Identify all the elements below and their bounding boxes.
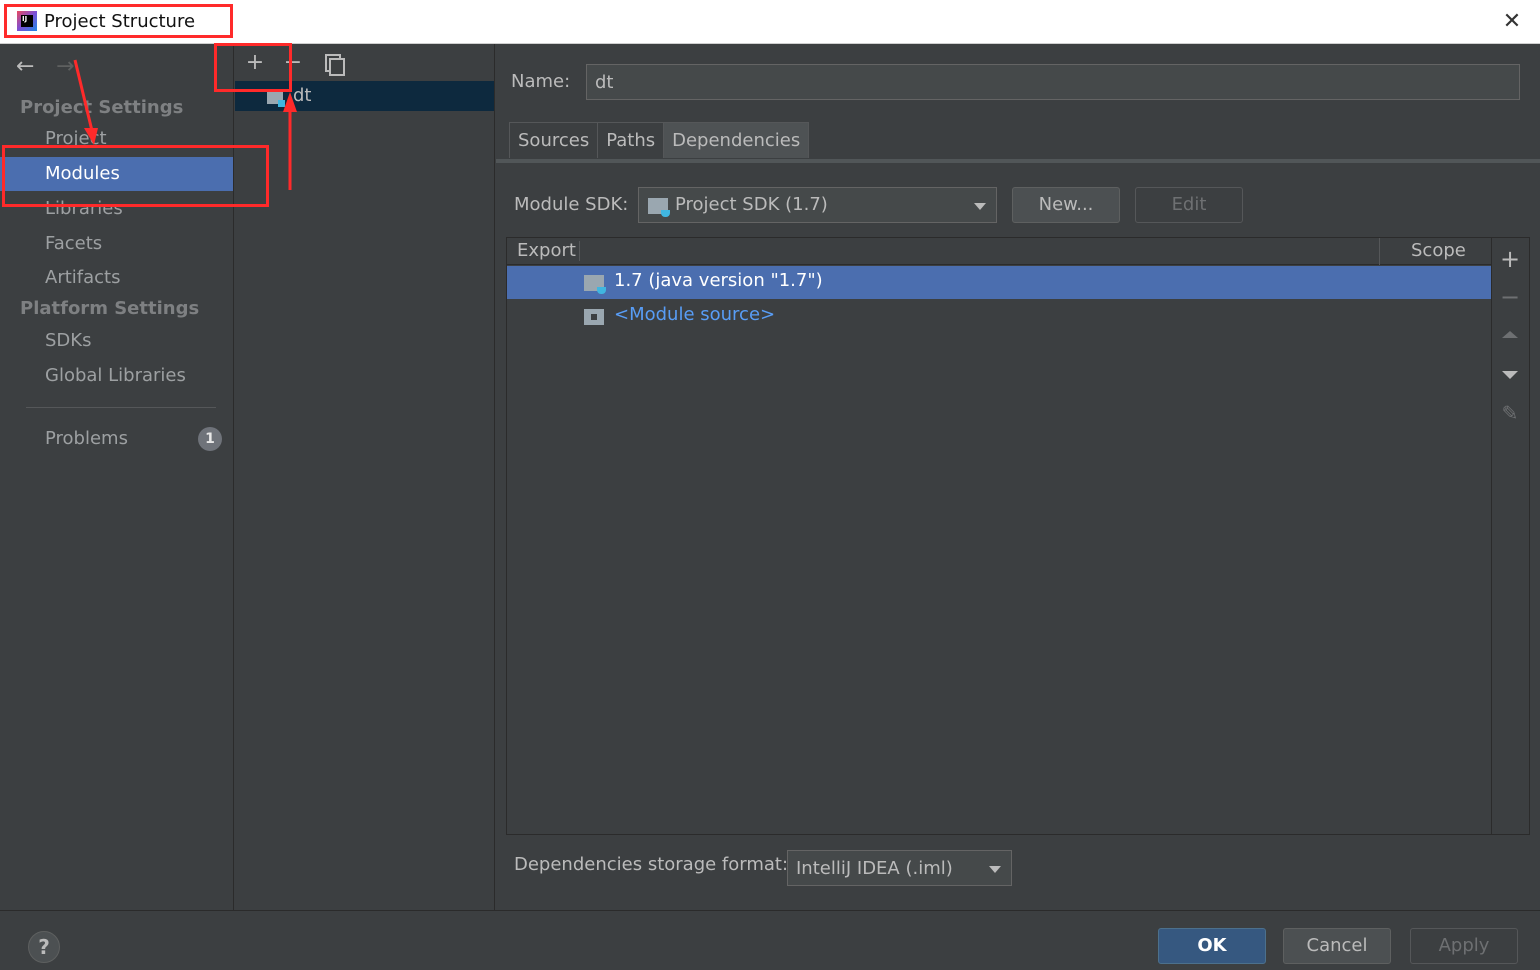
module-folder-icon xyxy=(267,91,285,107)
add-dependency-icon[interactable]: + xyxy=(1498,247,1522,271)
module-sdk-dropdown[interactable]: Project SDK (1.7) xyxy=(638,187,997,223)
column-export[interactable]: Export xyxy=(517,240,576,261)
forward-arrow-icon[interactable]: → xyxy=(56,54,74,79)
dependency-label: 1.7 (java version "1.7") xyxy=(614,270,823,291)
table-row[interactable]: 1.7 (java version "1.7") xyxy=(507,266,1491,299)
sidebar-item-global-libraries[interactable]: Global Libraries xyxy=(0,359,233,393)
sidebar-item-sdks[interactable]: SDKs xyxy=(0,324,233,358)
sidebar-item-project[interactable]: Project xyxy=(0,122,233,156)
dialog-footer: ? OK Cancel Apply xyxy=(0,910,1540,970)
title-bar: IJ Project Structure ✕ xyxy=(0,0,1540,44)
dependencies-table: Export Scope 1.7 (java version "1.7") <M… xyxy=(506,237,1492,835)
storage-format-value: IntelliJ IDEA (.iml) xyxy=(796,858,953,879)
apply-button[interactable]: Apply xyxy=(1410,928,1518,964)
module-name-input[interactable] xyxy=(586,64,1520,100)
table-header: Export Scope xyxy=(507,238,1491,265)
storage-format-dropdown[interactable]: IntelliJ IDEA (.iml) xyxy=(787,850,1012,886)
problems-count-badge: 1 xyxy=(198,427,222,451)
edit-sdk-button[interactable]: Edit xyxy=(1135,187,1243,223)
storage-format-label: Dependencies storage format: xyxy=(514,854,789,875)
modules-list-panel: + − dt xyxy=(235,44,495,910)
tab-paths[interactable]: Paths xyxy=(597,122,665,158)
chevron-down-icon xyxy=(974,203,986,210)
tab-sources[interactable]: Sources xyxy=(509,122,599,158)
sidebar-divider xyxy=(26,407,216,408)
settings-sidebar: ← → Project Settings Project Modules Lib… xyxy=(0,44,234,910)
move-up-icon[interactable] xyxy=(1498,325,1522,349)
sidebar-item-libraries[interactable]: Libraries xyxy=(0,192,233,226)
window-title: Project Structure xyxy=(44,11,196,32)
help-icon[interactable]: ? xyxy=(28,931,60,963)
sdk-folder-icon xyxy=(648,198,670,217)
column-divider xyxy=(1379,238,1380,265)
remove-module-icon[interactable]: − xyxy=(282,52,304,74)
dependency-label: <Module source> xyxy=(614,304,776,325)
tab-strip-divider xyxy=(496,159,1540,163)
source-folder-icon xyxy=(584,309,604,325)
name-label: Name: xyxy=(511,71,571,92)
intellij-app-icon: IJ xyxy=(17,11,37,31)
ok-button[interactable]: OK xyxy=(1158,928,1266,964)
module-sdk-label: Module SDK: xyxy=(514,194,629,215)
column-scope[interactable]: Scope xyxy=(1411,240,1466,261)
dependencies-toolbar: + − ✎ xyxy=(1492,237,1530,835)
project-settings-header: Project Settings xyxy=(20,97,184,118)
sidebar-item-facets[interactable]: Facets xyxy=(0,227,233,261)
tab-dependencies[interactable]: Dependencies xyxy=(663,122,810,158)
chevron-down-icon xyxy=(989,866,1001,873)
platform-settings-header: Platform Settings xyxy=(20,298,200,319)
module-settings-panel: Name: Sources Paths Dependencies Module … xyxy=(496,44,1540,910)
edit-pencil-icon[interactable]: ✎ xyxy=(1498,401,1522,425)
copy-module-icon[interactable] xyxy=(321,52,345,76)
table-row[interactable]: <Module source> xyxy=(507,300,1491,333)
close-icon[interactable]: ✕ xyxy=(1500,10,1524,34)
module-tabs: Sources Paths Dependencies xyxy=(509,122,810,158)
module-list-item[interactable]: dt xyxy=(235,81,494,111)
module-name-label: dt xyxy=(293,85,312,106)
sidebar-item-modules[interactable]: Modules xyxy=(0,157,233,191)
cancel-button[interactable]: Cancel xyxy=(1283,928,1391,964)
move-down-icon[interactable] xyxy=(1498,363,1522,387)
sidebar-item-artifacts[interactable]: Artifacts xyxy=(0,261,233,295)
remove-dependency-icon[interactable]: − xyxy=(1498,285,1522,309)
back-arrow-icon[interactable]: ← xyxy=(16,54,34,79)
column-divider xyxy=(579,241,580,261)
module-sdk-value: Project SDK (1.7) xyxy=(675,194,828,215)
new-sdk-button[interactable]: New... xyxy=(1012,187,1120,223)
add-module-icon[interactable]: + xyxy=(244,52,266,74)
jdk-folder-icon xyxy=(584,275,606,294)
